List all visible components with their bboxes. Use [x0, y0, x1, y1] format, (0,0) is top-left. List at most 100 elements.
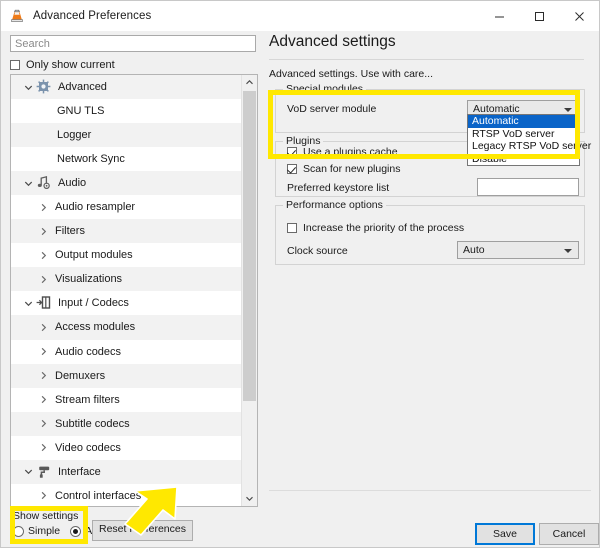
chevron-right-icon[interactable]: [35, 392, 51, 408]
reset-preferences-button[interactable]: Reset Preferences: [92, 520, 193, 541]
sidebar: Only show current: [10, 35, 258, 72]
close-button[interactable]: [559, 1, 599, 31]
header-divider: [269, 59, 584, 60]
tree-scrollbar[interactable]: [241, 75, 257, 506]
radio-label: Simple: [28, 525, 61, 537]
advanced-preferences-window: Advanced Preferences Only show current A…: [0, 0, 600, 548]
tree-item-audio-codecs[interactable]: Audio codecs: [11, 339, 242, 364]
chevron-right-icon[interactable]: [35, 344, 51, 360]
increase-priority-label: Increase the priority of the process: [303, 222, 465, 234]
tree-item-label: Video codecs: [55, 441, 121, 454]
tree-item-stream-filters[interactable]: Stream filters: [11, 387, 242, 412]
preferred-keystore-input[interactable]: [477, 178, 579, 196]
maximize-button[interactable]: [519, 1, 559, 31]
chevron-right-icon[interactable]: [35, 488, 51, 504]
use-plugins-cache-checkbox[interactable]: [287, 147, 297, 157]
tree-item-control-interfaces[interactable]: Control interfaces: [11, 483, 242, 506]
row-use-plugins-cache[interactable]: Use a plugins cache: [287, 146, 398, 158]
tree-item-logger[interactable]: Logger: [11, 123, 242, 148]
minimize-button[interactable]: [479, 1, 519, 31]
show-settings-radio-simple[interactable]: Simple: [13, 525, 60, 537]
tree-item-subtitle-codecs[interactable]: Subtitle codecs: [11, 411, 242, 436]
tree-item-interface[interactable]: Interface: [11, 459, 242, 484]
title-bar: Advanced Preferences: [1, 1, 599, 31]
tree-item-gnu-tls[interactable]: GNU TLS: [11, 99, 242, 124]
chevron-down-icon: [564, 249, 572, 253]
search-input[interactable]: [10, 35, 256, 52]
tree-item-audio[interactable]: Audio: [11, 171, 242, 196]
chevron-right-icon[interactable]: [35, 416, 51, 432]
tree-item-visualizations[interactable]: Visualizations: [11, 267, 242, 292]
show-settings-label: Show settings: [13, 510, 79, 522]
cancel-button[interactable]: Cancel: [539, 523, 599, 545]
vod-server-module-label: VoD server module: [287, 103, 377, 115]
tree-item-network-sync[interactable]: Network Sync: [11, 147, 242, 172]
dropdown-option-automatic[interactable]: Automatic: [468, 115, 579, 128]
page-subtitle: Advanced settings. Use with care...: [269, 68, 433, 80]
use-plugins-cache-label: Use a plugins cache: [303, 146, 398, 158]
tree-item-filters[interactable]: Filters: [11, 219, 242, 244]
window-controls: [479, 1, 599, 31]
tree-item-label: Audio resampler: [55, 201, 136, 214]
scroll-down-button[interactable]: [242, 491, 257, 506]
clock-source-combo[interactable]: Auto: [457, 241, 579, 259]
checkbox-box: [10, 60, 20, 70]
group-title-performance-options: Performance options: [283, 199, 386, 211]
row-vod-server-module: VoD server module: [287, 103, 376, 115]
chevron-right-icon[interactable]: [35, 319, 51, 335]
tree-item-audio-resampler[interactable]: Audio resampler: [11, 195, 242, 220]
tree-item-label: Network Sync: [57, 153, 125, 166]
clock-source-label: Clock source: [287, 245, 348, 257]
row-scan-new-plugins[interactable]: Scan for new plugins: [287, 163, 400, 175]
only-show-current-checkbox[interactable]: Only show current: [10, 58, 258, 72]
vod-server-module-dropdown[interactable]: Automatic RTSP VoD server Legacy RTSP VoD …: [467, 114, 591, 167]
chevron-down-icon[interactable]: [20, 295, 36, 311]
tree-item-label: Control interfaces: [55, 489, 142, 502]
show-settings-radio-group[interactable]: Simple All: [13, 525, 97, 537]
footer-divider: [269, 490, 591, 491]
tree-item-label: Logger: [57, 129, 92, 142]
chevron-right-icon[interactable]: [35, 199, 51, 215]
scroll-up-button[interactable]: [242, 75, 257, 90]
chevron-right-icon[interactable]: [35, 247, 51, 263]
tree-item-label: Output modules: [55, 249, 133, 262]
chevron-down-icon[interactable]: [20, 175, 36, 191]
page-title: Advanced settings: [269, 33, 396, 50]
vlc-cone-icon: [9, 8, 25, 24]
tree-item-label: Stream filters: [55, 393, 120, 406]
paint-roller-icon: [36, 464, 53, 480]
row-increase-priority[interactable]: Increase the priority of the process: [287, 222, 464, 234]
save-button[interactable]: Save: [475, 523, 535, 545]
tree-item-advanced[interactable]: Advanced: [11, 75, 242, 100]
audio-note-icon: [36, 175, 53, 191]
settings-panel: Special modules VoD server module Automa…: [269, 81, 591, 271]
dropdown-option-disable[interactable]: Disable: [468, 153, 579, 166]
dropdown-option-legacy-rtsp-vod-server[interactable]: Legacy RTSP VoD server: [468, 140, 591, 153]
scan-new-plugins-label: Scan for new plugins: [303, 163, 401, 175]
radio-dot: [70, 525, 82, 537]
chevron-down-icon[interactable]: [20, 464, 36, 480]
tree-item-label: Visualizations: [55, 273, 123, 286]
chevron-right-icon[interactable]: [35, 368, 51, 384]
settings-tree[interactable]: Advanced GNU TLS Logger Network Sync Audio Au…: [10, 74, 258, 507]
chevron-right-icon[interactable]: [35, 223, 51, 239]
tree-item-demuxers[interactable]: Demuxers: [11, 363, 242, 388]
increase-priority-checkbox[interactable]: [287, 223, 297, 233]
tree-item-access-modules[interactable]: Access modules: [11, 315, 242, 340]
scrollbar-thumb[interactable]: [243, 91, 256, 401]
row-preferred-keystore: Preferred keystore list: [287, 182, 389, 194]
main-header: Advanced settings Advanced settings. Use…: [269, 29, 591, 80]
tree-item-video-codecs[interactable]: Video codecs: [11, 435, 242, 460]
tree-item-label: Interface: [58, 465, 101, 478]
tree-item-label: Input / Codecs: [58, 297, 129, 310]
dropdown-option-rtsp-vod-server[interactable]: RTSP VoD server: [468, 128, 579, 141]
chevron-right-icon[interactable]: [35, 271, 51, 287]
preferred-keystore-label: Preferred keystore list: [287, 182, 390, 194]
chevron-right-icon[interactable]: [35, 440, 51, 456]
chevron-down-icon[interactable]: [20, 79, 36, 95]
tree-item-input-codecs[interactable]: Input / Codecs: [11, 291, 242, 316]
tree-item-output-modules[interactable]: Output modules: [11, 243, 242, 268]
chip-gear-icon: [36, 79, 53, 95]
scan-new-plugins-checkbox[interactable]: [287, 164, 297, 174]
tree-item-label: Filters: [55, 225, 85, 238]
